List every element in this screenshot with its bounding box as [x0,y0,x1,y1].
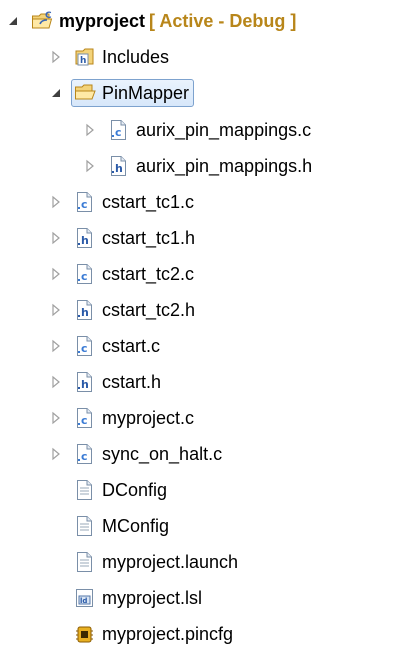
tree-item-aurix-pin-mappings-c[interactable]: c aurix_pin_mappings.c [83,112,311,148]
svg-text:c: c [81,414,88,427]
tree-item-label: myproject.pincfg [102,624,234,644]
svg-text:C: C [45,11,52,21]
svg-text:h: h [81,234,89,247]
c-source-file-icon: c [74,443,94,465]
tree-item-label: myproject.launch [102,552,239,572]
tree-item-label: cstart.h [102,372,162,392]
svg-text:c: c [81,270,88,283]
tree-item-myproject-pincfg[interactable]: myproject.pincfg [74,616,233,652]
expand-toggle-closed-icon[interactable] [49,303,63,317]
c-source-file-icon: c [74,335,94,357]
linker-script-file-icon: ld [74,587,94,609]
expand-toggle-closed-icon[interactable] [49,195,63,209]
tree-item-cstart-tc1-c[interactable]: c cstart_tc1.c [49,184,194,220]
expand-toggle-closed-icon[interactable] [49,267,63,281]
includes-folder-icon: h [74,46,94,68]
tree-item-myproject-launch[interactable]: myproject.launch [74,544,238,580]
project-explorer-tree: C myproject[ Active - Debug ] h Includes [0,0,396,648]
tree-item-label: MConfig [102,516,170,536]
tree-item-label: aurix_pin_mappings.h [136,156,313,176]
svg-text:h: h [80,56,86,66]
tree-item-dconfig[interactable]: DConfig [74,472,167,508]
tree-item-cstart-h[interactable]: h cstart.h [49,364,161,400]
text-file-icon [74,551,94,573]
svg-text:h: h [115,162,123,175]
expand-toggle-open-icon[interactable] [49,86,63,100]
pin-config-file-icon [74,623,94,645]
tree-item-label: aurix_pin_mappings.c [136,120,312,140]
project-folder-icon: C [31,10,53,32]
tree-item-myproject-c[interactable]: c myproject.c [49,400,194,436]
svg-text:h: h [81,378,89,391]
expand-toggle-closed-icon[interactable] [49,411,63,425]
tree-item-label: PinMapper [102,83,190,103]
project-name: myproject [59,11,146,31]
tree-item-label: myproject.lsl [102,588,203,608]
tree-item-cstart-tc1-h[interactable]: h cstart_tc1.h [49,220,195,256]
c-source-file-icon: c [74,191,94,213]
tree-item-label: cstart_tc1.c [102,192,195,212]
h-header-file-icon: h [74,371,94,393]
c-source-file-icon: c [74,263,94,285]
expand-toggle-closed-icon[interactable] [49,339,63,353]
tree-item-pinmapper[interactable]: PinMapper [49,75,195,111]
expand-toggle-closed-icon[interactable] [49,231,63,245]
expand-toggle-closed-icon[interactable] [83,159,97,173]
tree-item-includes[interactable]: h Includes [49,39,169,75]
tree-item-label: cstart_tc1.h [102,228,196,248]
tree-item-cstart-tc2-c[interactable]: c cstart_tc2.c [49,256,194,292]
tree-item-aurix-pin-mappings-h[interactable]: h aurix_pin_mappings.h [83,148,312,184]
svg-text:ld: ld [80,597,87,605]
project-root-row[interactable]: C myproject[ Active - Debug ] [6,3,296,39]
svg-text:h: h [81,306,89,319]
tree-item-label: cstart_tc2.h [102,300,196,320]
tree-item-label: DConfig [102,480,168,500]
expand-toggle-closed-icon[interactable] [49,447,63,461]
h-header-file-icon: h [74,227,94,249]
c-source-file-icon: c [108,119,128,141]
tree-item-label: sync_on_halt.c [102,444,223,464]
tree-item-label: cstart.c [102,336,161,356]
expand-toggle-closed-icon[interactable] [49,50,63,64]
tree-item-label: cstart_tc2.c [102,264,195,284]
svg-text:c: c [81,198,88,211]
expand-toggle-closed-icon[interactable] [49,375,63,389]
h-header-file-icon: h [108,155,128,177]
c-source-file-icon: c [74,407,94,429]
svg-text:c: c [115,126,122,139]
tree-item-cstart-tc2-h[interactable]: h cstart_tc2.h [49,292,195,328]
text-file-icon [74,479,94,501]
expand-toggle-open-icon[interactable] [6,14,20,28]
tree-item-cstart-c[interactable]: c cstart.c [49,328,160,364]
tree-item-mconfig[interactable]: MConfig [74,508,169,544]
svg-text:c: c [81,450,88,463]
project-status: [ Active - Debug ] [149,11,297,31]
tree-item-label: myproject.c [102,408,195,428]
expand-toggle-closed-icon[interactable] [83,123,97,137]
selection-highlight[interactable]: PinMapper [71,79,195,107]
svg-text:c: c [81,342,88,355]
tree-item-myproject-lsl[interactable]: ld myproject.lsl [74,580,202,616]
open-folder-icon [74,82,96,104]
tree-item-sync-on-halt-c[interactable]: c sync_on_halt.c [49,436,222,472]
text-file-icon [74,515,94,537]
tree-item-label: Includes [102,47,170,67]
h-header-file-icon: h [74,299,94,321]
